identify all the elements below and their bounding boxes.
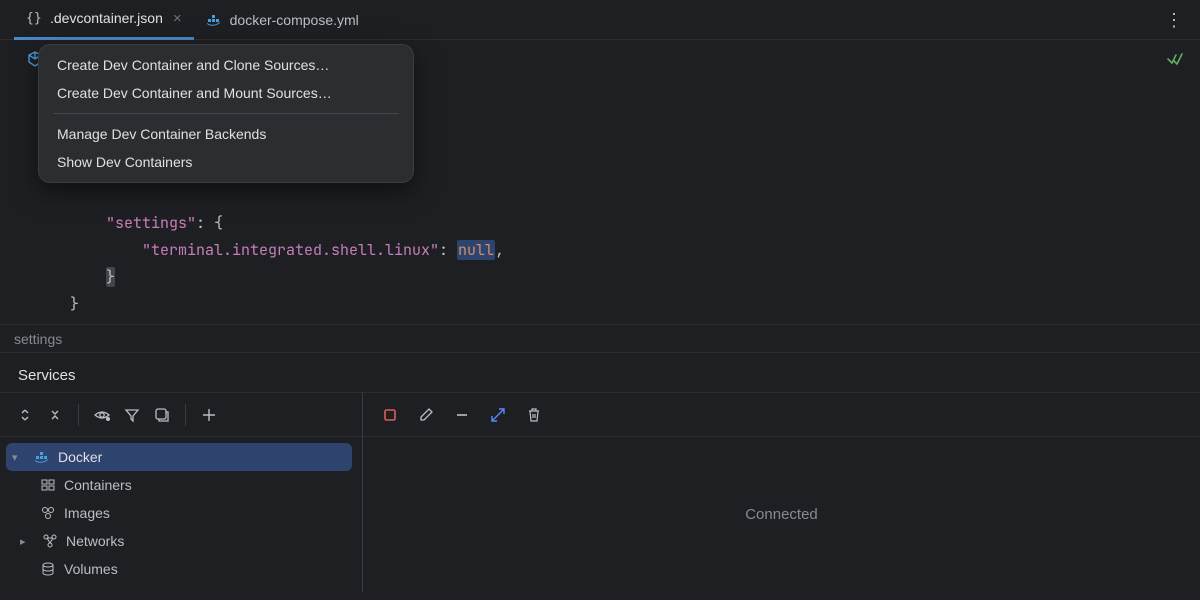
tree-label: Volumes (64, 561, 118, 577)
toolbar-separator (78, 404, 79, 426)
toolbar-separator (185, 404, 186, 426)
collapse-all-icon[interactable] (42, 402, 68, 428)
breadcrumb-segment: settings (14, 331, 62, 347)
menu-item[interactable]: Show Dev Containers (39, 148, 413, 176)
services-detail-pane: Connected (363, 393, 1200, 592)
delete-icon[interactable] (521, 402, 547, 428)
menu-separator (53, 113, 399, 114)
validation-ok-icon[interactable] (1166, 50, 1184, 68)
tree-row-volumes[interactable]: Volumes (6, 555, 352, 583)
services-panel-body: ▾DockerContainersImages▸NetworksVolumes … (0, 392, 1200, 592)
docker-icon (206, 12, 222, 28)
editor-area[interactable]: { ompose.yml", , "settings": { "terminal… (0, 40, 1200, 324)
tree-label: Images (64, 505, 110, 521)
tab-label: docker-compose.yml (230, 12, 359, 28)
menu-item[interactable]: Create Dev Container and Clone Sources… (39, 51, 413, 79)
docker-icon (34, 449, 50, 465)
panel-title-text: Services (18, 367, 76, 384)
add-service-icon[interactable] (196, 402, 222, 428)
tree-row-images[interactable]: Images (6, 499, 352, 527)
devcontainer-context-menu: Create Dev Container and Clone Sources…C… (38, 44, 414, 183)
svg-text:{}: {} (26, 11, 42, 26)
expand-all-icon[interactable] (12, 402, 38, 428)
tree-label: Networks (66, 533, 124, 549)
services-status-text: Connected (745, 506, 818, 523)
volumes-icon (40, 561, 56, 577)
containers-icon (40, 477, 56, 493)
tree-row-networks[interactable]: ▸ Networks (6, 527, 352, 555)
chevron-right-icon: ▸ (20, 535, 34, 548)
editor-tab-bar: {} .devcontainer.json × docker-compose.y… (0, 0, 1200, 40)
services-tree: ▾ Docker Containers Images ▸ Networks Volumes (0, 437, 362, 589)
tree-row-containers[interactable]: Containers (6, 471, 352, 499)
minus-icon[interactable] (449, 402, 475, 428)
menu-item[interactable]: Manage Dev Container Backends (39, 120, 413, 148)
tab-docker-compose-yml[interactable]: docker-compose.yml (194, 0, 371, 40)
tab-options-kebab-icon[interactable]: ⋮ (1165, 0, 1184, 40)
chevron-down-icon: ▾ (12, 451, 26, 464)
services-right-toolbar (363, 393, 1200, 437)
braces-icon: {} (26, 10, 42, 26)
menu-item[interactable]: Create Dev Container and Mount Sources… (39, 79, 413, 107)
stop-icon[interactable] (377, 402, 403, 428)
networks-icon (42, 533, 58, 549)
tree-label: Docker (58, 449, 102, 465)
breadcrumb[interactable]: settings (0, 324, 1200, 352)
close-tab-icon[interactable]: × (173, 10, 182, 27)
group-icon[interactable] (149, 402, 175, 428)
tab-devcontainer-json[interactable]: {} .devcontainer.json × (14, 0, 194, 40)
services-tree-pane: ▾ Docker Containers Images ▸ Networks Volumes (0, 393, 363, 592)
services-status-area: Connected (363, 437, 1200, 592)
images-icon (40, 505, 56, 521)
filter-icon[interactable] (119, 402, 145, 428)
edit-icon[interactable] (413, 402, 439, 428)
services-panel-title[interactable]: Services (0, 352, 1200, 392)
tree-row-docker[interactable]: ▾ Docker (6, 443, 352, 471)
tab-label: .devcontainer.json (50, 10, 163, 26)
expand-fullscreen-icon[interactable] (485, 402, 511, 428)
show-icon[interactable] (89, 402, 115, 428)
tree-label: Containers (64, 477, 132, 493)
services-left-toolbar (0, 393, 362, 437)
